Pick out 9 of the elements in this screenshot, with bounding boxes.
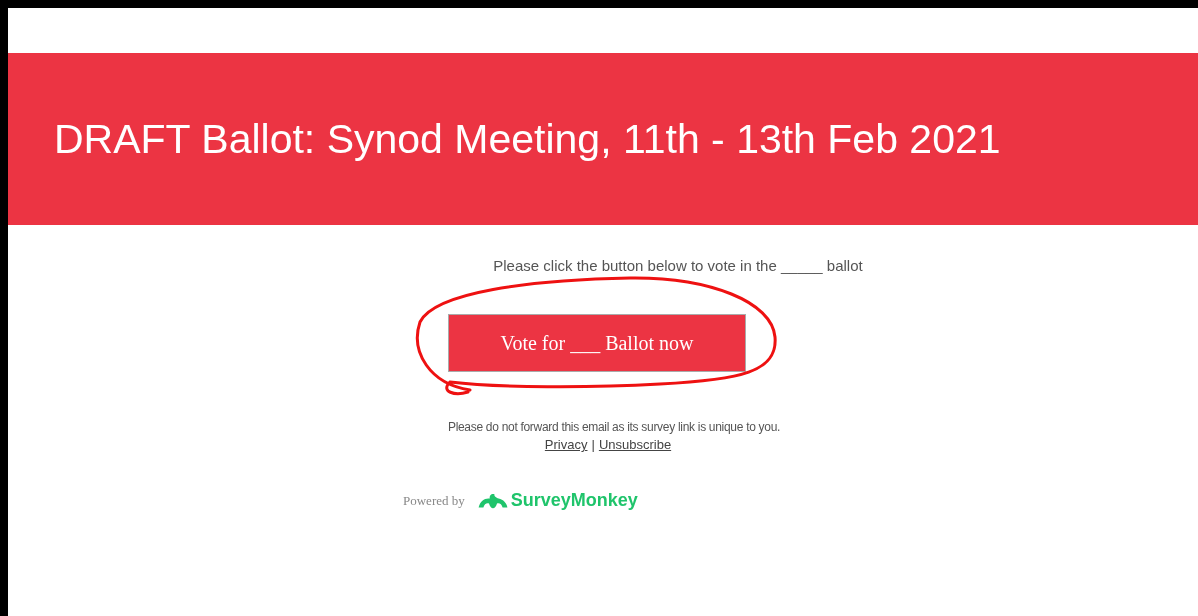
link-separator: | bbox=[591, 437, 595, 452]
intro-text: Please click the button below to vote in the _____ ballot bbox=[492, 257, 864, 274]
email-title: DRAFT Ballot: Synod Meeting, 11th - 13th Feb 2021 bbox=[54, 115, 1001, 163]
brand-name: SurveyMonkey bbox=[510, 490, 638, 511]
powered-by-text: Powered by bbox=[403, 492, 465, 509]
notice-text: Please do not forward this email as its survey link is unique to you. bbox=[446, 420, 782, 434]
privacy-link[interactable]: Privacy bbox=[544, 437, 588, 452]
vote-button[interactable]: Vote for ___ Ballot now bbox=[448, 314, 746, 372]
unsubscribe-link[interactable]: Unsubscribe bbox=[598, 437, 672, 452]
